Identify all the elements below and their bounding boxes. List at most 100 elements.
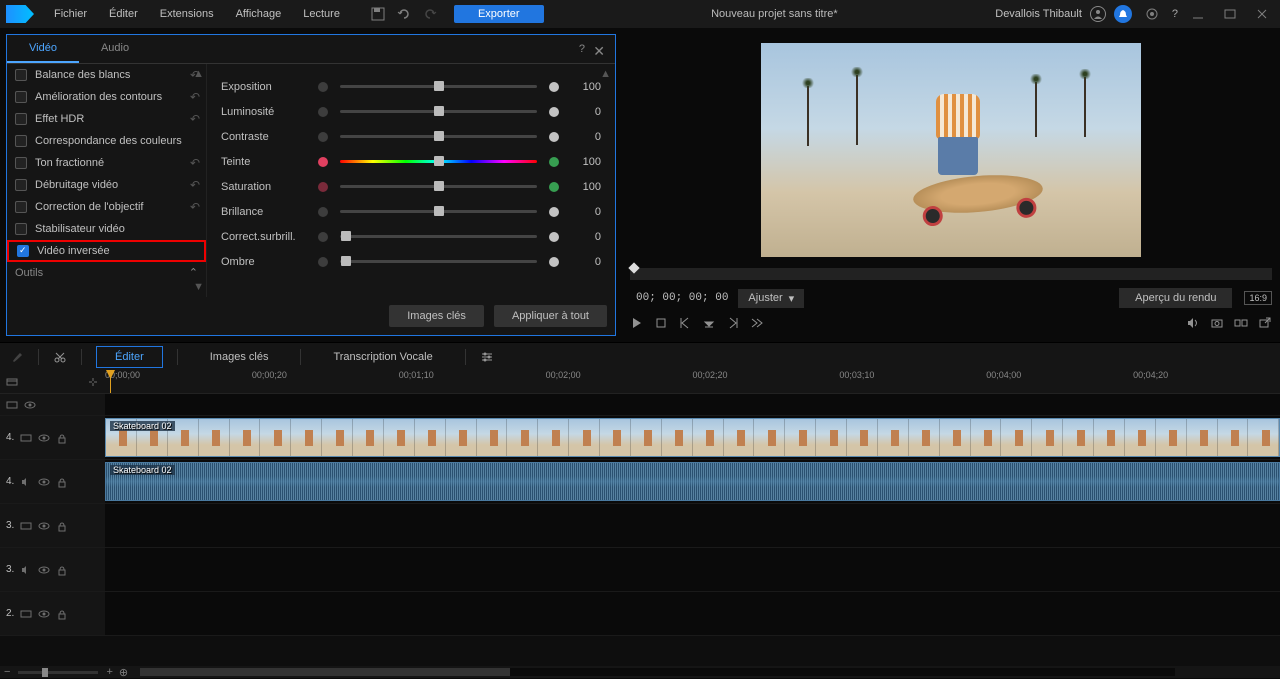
play-icon[interactable]: [630, 316, 644, 330]
slider-track[interactable]: [340, 185, 537, 188]
reset-icon[interactable]: ↶: [190, 200, 200, 214]
tab-transcription[interactable]: Transcription Vocale: [315, 347, 450, 367]
slider-track[interactable]: [340, 135, 537, 138]
brush-icon[interactable]: [10, 350, 24, 364]
option-reverse-video[interactable]: Vidéo inversée: [7, 240, 206, 262]
lock-icon[interactable]: [56, 476, 68, 488]
option-split-tone[interactable]: Ton fractionné↶: [7, 152, 206, 174]
reset-icon[interactable]: ↶: [190, 112, 200, 126]
minimize-icon[interactable]: [1190, 6, 1206, 22]
slider-track[interactable]: [340, 110, 537, 113]
option-edge-enhance[interactable]: Amélioration des contours↶: [7, 86, 206, 108]
add-track-icon[interactable]: ⊕: [119, 666, 128, 679]
preview-scrubber[interactable]: [630, 268, 1272, 280]
slider-value[interactable]: 100: [571, 181, 601, 193]
lock-icon[interactable]: [56, 608, 68, 620]
export-button[interactable]: Exporter: [454, 5, 544, 23]
render-preview-button[interactable]: Aperçu du rendu: [1119, 288, 1232, 308]
expand-icon[interactable]: ⌃: [189, 266, 198, 279]
eye-icon[interactable]: [24, 399, 36, 411]
playhead[interactable]: [110, 370, 111, 393]
menu-file[interactable]: Fichier: [44, 4, 97, 24]
video-preview[interactable]: [761, 43, 1141, 257]
slider-track[interactable]: [340, 160, 537, 163]
notification-icon[interactable]: [1114, 5, 1132, 23]
slider-value[interactable]: 0: [571, 256, 601, 268]
apply-all-button[interactable]: Appliquer à tout: [494, 305, 607, 327]
tab-edit[interactable]: Éditer: [96, 346, 163, 368]
snap-icon[interactable]: [87, 376, 99, 388]
menu-extensions[interactable]: Extensions: [150, 4, 224, 24]
option-denoise[interactable]: Débruitage vidéo↶: [7, 174, 206, 196]
option-white-balance[interactable]: Balance des blancs↶: [7, 64, 206, 86]
eye-icon[interactable]: [38, 564, 50, 576]
zoom-out-icon[interactable]: −: [4, 666, 10, 678]
zoom-slider[interactable]: [18, 671, 98, 674]
next-frame-icon[interactable]: [726, 316, 740, 330]
slider-track[interactable]: [340, 260, 537, 263]
maximize-icon[interactable]: [1222, 6, 1238, 22]
undo-icon[interactable]: [396, 6, 412, 22]
prev-frame-icon[interactable]: [678, 316, 692, 330]
slider-track[interactable]: [340, 85, 537, 88]
save-icon[interactable]: [370, 6, 386, 22]
settings-icon[interactable]: [1144, 6, 1160, 22]
lock-icon[interactable]: [56, 520, 68, 532]
slider-value[interactable]: 100: [571, 156, 601, 168]
slider-track[interactable]: [340, 235, 537, 238]
tab-video[interactable]: Vidéo: [7, 35, 79, 63]
lock-icon[interactable]: [56, 564, 68, 576]
panel-close-icon[interactable]: ✕: [593, 43, 605, 60]
eye-icon[interactable]: [38, 432, 50, 444]
tab-audio[interactable]: Audio: [79, 35, 151, 63]
option-hdr[interactable]: Effet HDR↶: [7, 108, 206, 130]
volume-icon[interactable]: [1186, 316, 1200, 330]
redo-icon[interactable]: [422, 6, 438, 22]
popout-icon[interactable]: [1258, 316, 1272, 330]
cc-icon[interactable]: [6, 399, 18, 411]
cut-icon[interactable]: [53, 350, 67, 364]
film-icon[interactable]: [6, 376, 18, 388]
mark-in-icon[interactable]: [702, 316, 716, 330]
fast-forward-icon[interactable]: [750, 316, 764, 330]
option-color-match[interactable]: Correspondance des couleurs: [7, 130, 206, 152]
slider-value[interactable]: 100: [571, 81, 601, 93]
eye-icon[interactable]: [38, 520, 50, 532]
fit-dropdown[interactable]: Ajuster▾: [738, 289, 804, 308]
section-tools[interactable]: Outils⌃: [7, 262, 206, 283]
reset-icon[interactable]: ↶: [190, 90, 200, 104]
snapshot-icon[interactable]: [1210, 316, 1224, 330]
help-icon[interactable]: ?: [1172, 8, 1178, 20]
slider-value[interactable]: 0: [571, 231, 601, 243]
option-lens-correction[interactable]: Correction de l'objectif↶: [7, 196, 206, 218]
reset-icon[interactable]: ↶: [190, 178, 200, 192]
slider-right-icon: [547, 255, 561, 269]
audio-clip[interactable]: Skateboard 02: [105, 462, 1280, 501]
eye-icon[interactable]: [38, 608, 50, 620]
option-stabilizer[interactable]: Stabilisateur vidéo: [7, 218, 206, 240]
timeline-ruler[interactable]: 00;00;0000;00;2000;01;1000;02;0000;02;20…: [105, 370, 1280, 393]
tab-keyframes[interactable]: Images clés: [192, 347, 287, 367]
reset-icon[interactable]: ↶: [190, 156, 200, 170]
video-clip[interactable]: Skateboard 02: [105, 418, 1280, 457]
keyframes-button[interactable]: Images clés: [389, 305, 484, 327]
reset-icon[interactable]: ↶: [190, 68, 200, 82]
menu-display[interactable]: Affichage: [226, 4, 292, 24]
menu-playback[interactable]: Lecture: [293, 4, 350, 24]
eye-icon[interactable]: [38, 476, 50, 488]
slider-value[interactable]: 0: [571, 131, 601, 143]
stop-icon[interactable]: [654, 316, 668, 330]
menu-edit[interactable]: Éditer: [99, 4, 148, 24]
close-icon[interactable]: [1254, 6, 1270, 22]
timeline-scrollbar[interactable]: [140, 668, 1175, 676]
lock-icon[interactable]: [56, 432, 68, 444]
zoom-in-icon[interactable]: +: [106, 666, 112, 678]
slider-track[interactable]: [340, 210, 537, 213]
slider-value[interactable]: 0: [571, 106, 601, 118]
dual-view-icon[interactable]: [1234, 316, 1248, 330]
aspect-ratio-badge[interactable]: 16:9: [1244, 291, 1272, 305]
user-avatar-icon[interactable]: [1090, 6, 1106, 22]
slider-value[interactable]: 0: [571, 206, 601, 218]
panel-help-icon[interactable]: ?: [579, 43, 585, 55]
settings-timeline-icon[interactable]: [480, 350, 494, 364]
